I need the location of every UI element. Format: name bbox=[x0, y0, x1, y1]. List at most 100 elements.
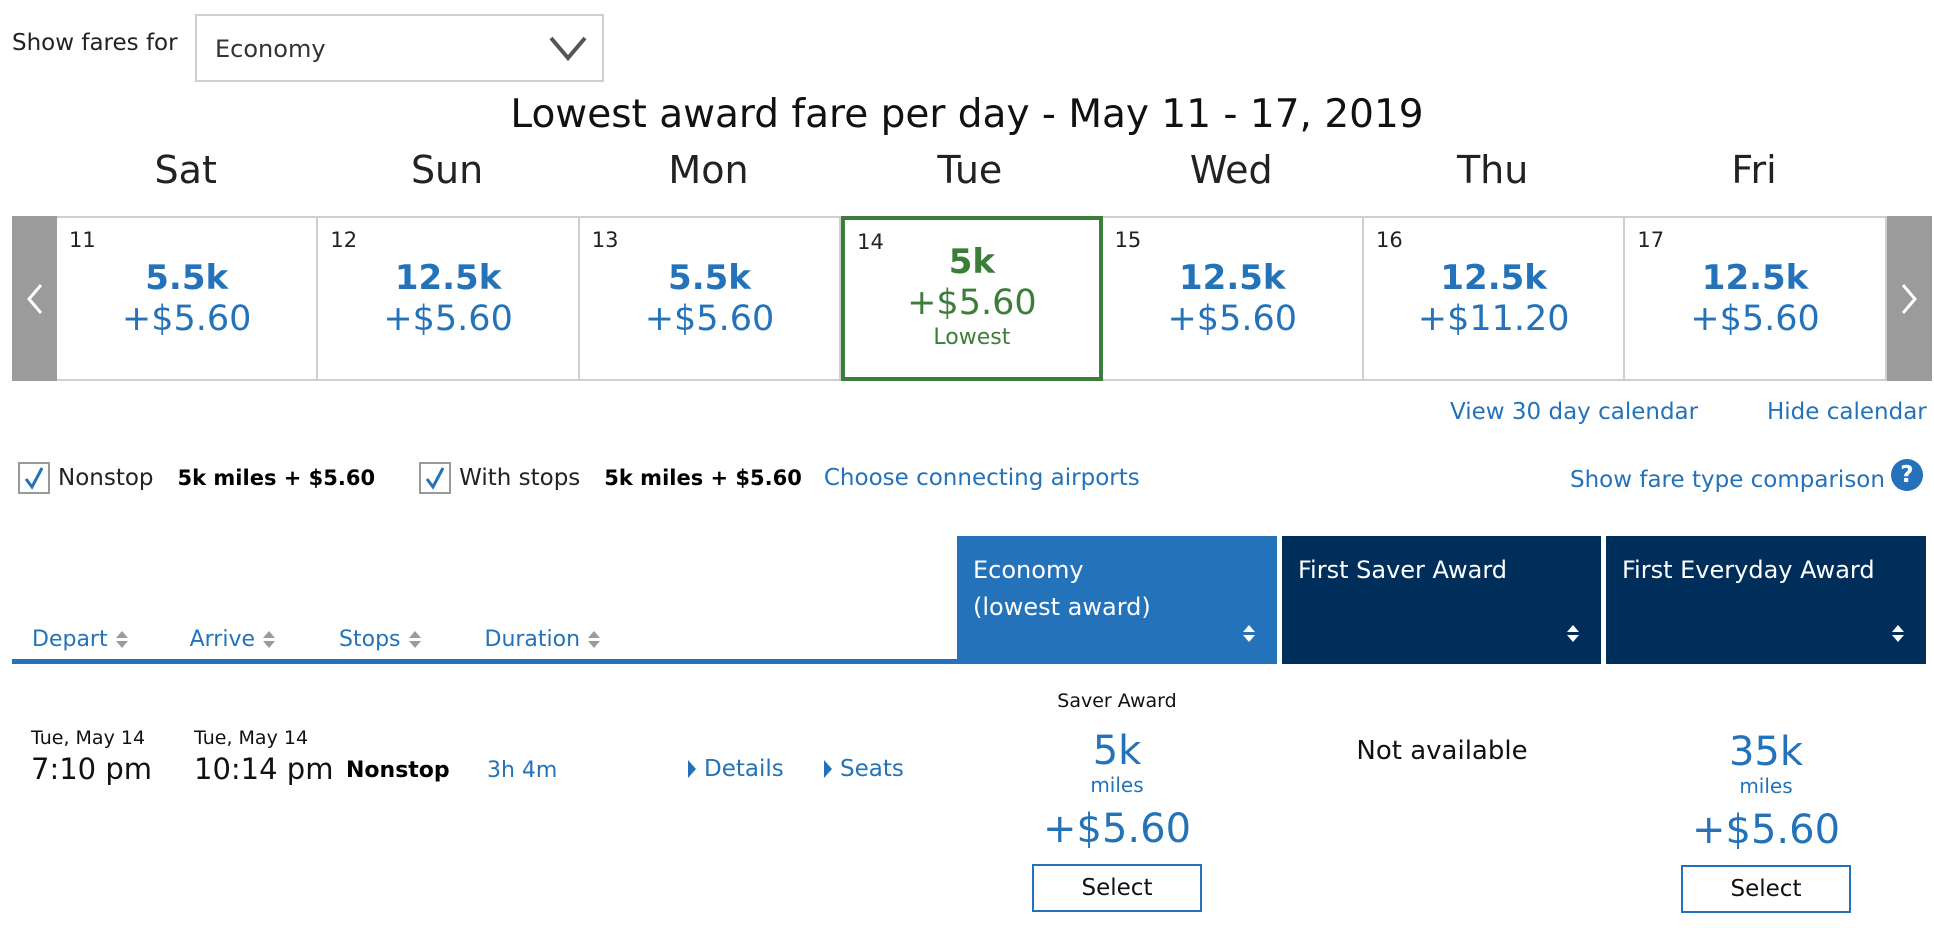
sort-icon bbox=[1567, 625, 1579, 642]
fare-miles-unit: miles bbox=[1090, 773, 1144, 797]
fare-miles: 35k bbox=[1728, 729, 1804, 775]
day-name: Fri bbox=[1731, 148, 1777, 192]
with-stops-price: 5k miles + $5.60 bbox=[604, 466, 802, 490]
fare-column-subtitle: (lowest award) bbox=[973, 593, 1151, 621]
calendar-day-cell[interactable]: 17 12.5k +$5.60 bbox=[1625, 216, 1887, 381]
day-date: 13 bbox=[591, 228, 619, 252]
fare-miles-unit: miles bbox=[1739, 774, 1793, 798]
calendar-day-cell[interactable]: 16 12.5k +$11.20 bbox=[1363, 216, 1626, 381]
day-miles: 12.5k bbox=[1440, 258, 1547, 298]
day-tax: +$5.60 bbox=[1167, 299, 1298, 339]
select-economy-button[interactable]: Select bbox=[1032, 864, 1202, 912]
day-tax: +$5.60 bbox=[644, 299, 775, 339]
with-stops-label: With stops bbox=[459, 465, 581, 491]
fare-column-title: Economy bbox=[973, 556, 1084, 584]
day-tax: +$5.60 bbox=[907, 283, 1037, 323]
sort-icon bbox=[408, 631, 421, 648]
depart-time: 7:10 pm bbox=[31, 752, 152, 786]
details-label: Details bbox=[704, 756, 784, 782]
day-tax: +$5.60 bbox=[1690, 299, 1820, 339]
day-name: Thu bbox=[1456, 148, 1529, 192]
previous-week-button[interactable] bbox=[12, 216, 57, 381]
day-name: Wed bbox=[1189, 148, 1273, 192]
calendar-day-cell[interactable]: 15 12.5k +$5.60 bbox=[1102, 216, 1364, 381]
economy-fare-cell: Saver Award 5k miles +$5.60 Select bbox=[957, 690, 1277, 912]
calendar-day-cell[interactable]: 13 5.5k +$5.60 bbox=[579, 216, 842, 381]
day-name: Sun bbox=[410, 148, 484, 192]
calendar-day-cell[interactable]: 12 12.5k +$5.60 bbox=[318, 216, 580, 381]
stop-filters: Nonstop 5k miles + $5.60 With stops 5k m… bbox=[18, 462, 1140, 494]
sort-stops-label: Stops bbox=[339, 627, 401, 652]
fare-tax: +$5.60 bbox=[1691, 807, 1841, 853]
chevron-left-icon bbox=[26, 283, 42, 314]
day-date: 16 bbox=[1375, 228, 1403, 252]
day-miles: 12.5k bbox=[1179, 258, 1286, 298]
fare-label bbox=[1606, 690, 1926, 713]
checkmark-icon bbox=[24, 467, 44, 490]
fare-tax: +$5.60 bbox=[1042, 806, 1192, 852]
fare-column-first-everyday[interactable]: First Everyday Award bbox=[1606, 536, 1926, 664]
nonstop-checkbox[interactable] bbox=[18, 462, 50, 494]
calendar-day-cell-selected[interactable]: 14 5k +$5.60 Lowest bbox=[841, 216, 1103, 381]
day-date: 11 bbox=[69, 228, 96, 252]
day-name: Mon bbox=[668, 148, 749, 192]
show-fares-label: Show fares for bbox=[12, 30, 178, 56]
seats-label: Seats bbox=[840, 756, 904, 782]
fare-column-title: First Saver Award bbox=[1298, 556, 1508, 584]
sort-arrive[interactable]: Arrive bbox=[189, 627, 276, 652]
day-miles: 12.5k bbox=[1701, 258, 1809, 298]
stops-value: Nonstop bbox=[346, 758, 450, 783]
fare-column-first-saver[interactable]: First Saver Award bbox=[1282, 536, 1601, 664]
day-date: 17 bbox=[1637, 228, 1665, 252]
day-miles: 5.5k bbox=[668, 258, 751, 298]
sort-depart-label: Depart bbox=[32, 627, 108, 652]
fare-class-value: Economy bbox=[215, 35, 326, 63]
sort-duration[interactable]: Duration bbox=[485, 627, 601, 652]
show-fare-type-comparison-link[interactable]: Show fare type comparison bbox=[1570, 467, 1885, 493]
fare-miles: 5k bbox=[1092, 728, 1142, 774]
fare-column-economy[interactable]: Economy (lowest award) bbox=[957, 536, 1277, 664]
caret-right-icon bbox=[824, 760, 832, 778]
first-everyday-fare-cell: 35k miles +$5.60 Select bbox=[1606, 690, 1926, 913]
help-icon[interactable]: ? bbox=[1890, 459, 1923, 491]
day-name: Tue bbox=[937, 148, 1003, 192]
duration-value: 3h 4m bbox=[487, 758, 558, 783]
lowest-badge: Lowest bbox=[933, 325, 1011, 350]
select-first-everyday-button[interactable]: Select bbox=[1681, 865, 1851, 913]
day-date: 14 bbox=[857, 230, 884, 254]
sort-icon bbox=[115, 631, 128, 648]
choose-connecting-airports-link[interactable]: Choose connecting airports bbox=[824, 465, 1140, 491]
seats-link[interactable]: Seats bbox=[824, 756, 904, 782]
nonstop-price: 5k miles + $5.60 bbox=[177, 466, 376, 490]
hide-calendar-link[interactable]: Hide calendar bbox=[1767, 399, 1927, 425]
sort-arrive-label: Arrive bbox=[189, 627, 256, 652]
calendar-day-cell[interactable]: 11 5.5k +$5.60 bbox=[57, 216, 319, 381]
day-name: Sat bbox=[154, 148, 217, 192]
fare-class-dropdown[interactable]: Economy bbox=[195, 14, 604, 82]
depart-date: Tue, May 14 bbox=[31, 727, 146, 749]
sort-depart[interactable]: Depart bbox=[32, 627, 128, 652]
with-stops-checkbox[interactable] bbox=[419, 462, 452, 494]
sort-icon bbox=[588, 631, 601, 648]
sort-icon bbox=[1243, 625, 1255, 642]
arrive-date: Tue, May 14 bbox=[194, 727, 309, 749]
nonstop-label: Nonstop bbox=[58, 465, 154, 491]
sort-icon bbox=[1892, 625, 1904, 642]
details-link[interactable]: Details bbox=[688, 756, 784, 782]
day-tax: +$5.60 bbox=[383, 299, 513, 339]
checkmark-icon bbox=[425, 467, 445, 490]
chevron-right-icon bbox=[1902, 283, 1918, 314]
next-week-button[interactable] bbox=[1886, 216, 1932, 381]
fare-column-title: First Everyday Award bbox=[1622, 556, 1875, 584]
sort-duration-label: Duration bbox=[484, 627, 581, 652]
day-name-row: Sat Sun Mon Tue Wed Thu Fri bbox=[55, 148, 1885, 192]
calendar-title: Lowest award fare per day - May 11 - 17,… bbox=[510, 92, 1424, 137]
arrive-time: 10:14 pm bbox=[194, 752, 334, 786]
sort-stops[interactable]: Stops bbox=[339, 627, 421, 652]
sort-header: Depart Arrive Stops Duration bbox=[12, 620, 957, 664]
sort-icon bbox=[263, 631, 276, 648]
day-tax: +$5.60 bbox=[121, 299, 252, 339]
calendar-strip: 11 5.5k +$5.60 12 12.5k +$5.60 13 5.5k +… bbox=[12, 216, 1932, 381]
view-30-day-calendar-link[interactable]: View 30 day calendar bbox=[1450, 399, 1698, 425]
day-miles: 5.5k bbox=[145, 258, 229, 298]
